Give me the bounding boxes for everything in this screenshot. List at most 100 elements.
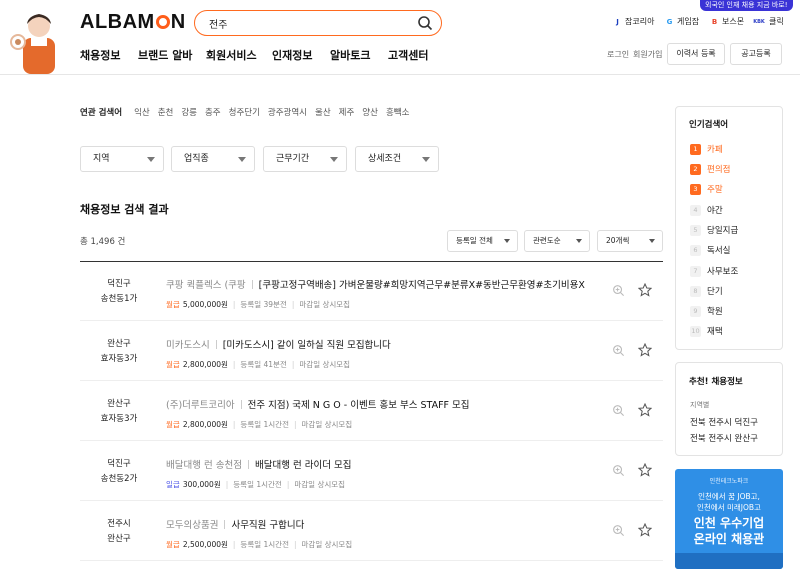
- jobkorea-icon: J: [616, 17, 619, 26]
- foreign-talent-promo[interactable]: 외국인 인재 채용 지금 바로!: [700, 0, 793, 11]
- related-keyword[interactable]: 양산: [362, 106, 378, 118]
- job-meta: 월급 5,000,000원 | 등록일 39분전 | 마감일 상시모집: [166, 300, 351, 309]
- popular-search-item[interactable]: 6 독서실: [690, 244, 730, 256]
- job-location: 덕진구 송천동1가: [100, 279, 138, 304]
- popular-search-item[interactable]: 9 학원: [690, 305, 723, 317]
- job-company[interactable]: 쿠팡 퀵플렉스 (쿠팡: [166, 280, 246, 291]
- popular-search-item[interactable]: 1 카페: [690, 143, 723, 155]
- related-keyword[interactable]: 익산: [134, 106, 150, 118]
- job-company[interactable]: 미카도스시: [166, 340, 210, 351]
- job-row[interactable]: 덕진구 송천동2가 배달대행 런 송천점 배달대행 런 라이더 모집 일급 300,0…: [80, 442, 663, 501]
- chevron-down-icon: [649, 239, 655, 243]
- popular-searches-title: 인기검색어: [689, 120, 729, 130]
- job-title[interactable]: 사무직원 구합니다: [231, 520, 304, 531]
- filter-region[interactable]: 지역: [80, 146, 164, 172]
- filter-detail-conditions[interactable]: 상세조건: [355, 146, 439, 172]
- related-keyword[interactable]: 춘천: [158, 106, 174, 118]
- popular-search-item[interactable]: 5 당일지급: [690, 224, 738, 236]
- job-location: 완산구 효자동3가: [100, 339, 138, 364]
- resume-register-button[interactable]: 이력서 등록: [667, 43, 725, 65]
- job-post-button[interactable]: 공고등록: [730, 43, 782, 65]
- popular-search-item[interactable]: 2 편의점: [690, 163, 730, 175]
- job-title[interactable]: 전주 지점) 국제 N G O - 이벤트 홍보 부스 STAFF 모집: [248, 400, 470, 411]
- job-row[interactable]: 완산구 효자동3가 (주)더루트코리아 전주 지점) 국제 N G O - 이벤트 …: [80, 382, 663, 441]
- filter-work-period[interactable]: 근무기간: [263, 146, 347, 172]
- popular-search-item[interactable]: 7 사무보조: [690, 265, 738, 277]
- star-icon[interactable]: [638, 343, 652, 357]
- zoom-icon[interactable]: [612, 344, 625, 357]
- family-site-gamejob[interactable]: G 게임잡: [665, 16, 699, 27]
- job-company[interactable]: 배달대행 런 송천점: [166, 460, 242, 471]
- job-meta: 월급 2,800,000원 | 등록일 41분전 | 마감일 상시모집: [166, 360, 351, 369]
- related-keyword[interactable]: 광주광역시: [268, 106, 307, 118]
- sort-relevance-select[interactable]: 관련도순: [524, 230, 590, 252]
- job-title[interactable]: 배달대행 런 라이더 모집: [255, 460, 351, 471]
- zoom-icon[interactable]: [612, 524, 625, 537]
- popular-search-item[interactable]: 10 재택: [690, 325, 723, 337]
- page-size-select[interactable]: 20개씩: [597, 230, 663, 252]
- related-keywords: 연관 검색어 익산 춘천 강릉 충주 청주단기 광주광역시 울산 제주 양산 흥…: [80, 106, 417, 118]
- family-site-bossmon[interactable]: B 보스몬: [710, 16, 744, 27]
- star-icon[interactable]: [638, 283, 652, 297]
- incheon-job-banner[interactable]: 인천테크노파크 인천에서 꿈 JOB고, 인천에서 미래JOB고 인천 우수기업 온…: [675, 469, 783, 569]
- related-keyword[interactable]: 울산: [315, 106, 331, 118]
- star-icon[interactable]: [638, 463, 652, 477]
- job-meta: 일급 300,000원 | 등록일 1시간전 | 마감일 상시모집: [166, 480, 346, 489]
- popular-search-item[interactable]: 8 단기: [690, 285, 723, 297]
- nav-recruit-info[interactable]: 채용정보: [80, 47, 120, 63]
- related-keyword[interactable]: 제주: [339, 106, 355, 118]
- family-site-jobkorea[interactable]: J 잡코리아: [613, 16, 654, 27]
- site-header: ALBAM N 전주 외국인 인재 채용 지금 바로! J 잡코리아 G 게임잡 …: [0, 0, 800, 75]
- chevron-down-icon: [147, 157, 155, 162]
- job-title[interactable]: [미카도스시] 같이 일하실 직원 모집합니다: [223, 340, 391, 351]
- zoom-icon[interactable]: [612, 284, 625, 297]
- job-title[interactable]: [쿠팡고정구역배송] 가벼운물량#희망지역근무#분류X#동반근무환영#초기비용X: [259, 280, 585, 291]
- chevron-down-icon: [238, 157, 246, 162]
- signup-link[interactable]: 회원가입: [633, 49, 662, 60]
- bossmon-icon: B: [711, 17, 718, 26]
- albamon-logo[interactable]: ALBAM N: [80, 11, 186, 34]
- related-keywords-label: 연관 검색어: [80, 108, 123, 118]
- zoom-icon[interactable]: [612, 404, 625, 417]
- recommend-title: 추천! 채용정보: [689, 377, 743, 387]
- filter-job-category[interactable]: 업직종: [171, 146, 255, 172]
- job-company[interactable]: (주)더루트코리아: [166, 400, 235, 411]
- related-keyword[interactable]: 충주: [205, 106, 221, 118]
- job-company[interactable]: 모두의상품권: [166, 520, 218, 531]
- search-input[interactable]: 전주: [209, 16, 227, 31]
- popular-search-item[interactable]: 4 야간: [690, 204, 723, 216]
- job-meta: 월급 2,800,000원 | 등록일 1시간전 | 마감일 상시모집: [166, 420, 353, 429]
- banner-decoration: [675, 553, 783, 569]
- popular-search-item[interactable]: 3 주말: [690, 183, 723, 195]
- results-title: 채용정보 검색 결과: [80, 203, 169, 216]
- chevron-down-icon: [422, 157, 430, 162]
- job-row[interactable]: 덕진구 송천동1가 쿠팡 퀵플렉스 (쿠팡 [쿠팡고정구역배송] 가벼운물량#희망지…: [80, 262, 663, 321]
- star-icon[interactable]: [638, 523, 652, 537]
- star-icon[interactable]: [638, 403, 652, 417]
- family-site-click[interactable]: KBK 클릭: [752, 16, 784, 27]
- related-keyword[interactable]: 흥빽소: [386, 106, 409, 118]
- gamejob-icon: G: [666, 17, 673, 26]
- nav-talent-info[interactable]: 인재정보: [272, 47, 312, 63]
- chevron-down-icon: [330, 157, 338, 162]
- job-location: 전주시 완산구: [107, 519, 131, 544]
- mascot-image: [10, 14, 55, 74]
- job-row[interactable]: 완산구 효자동3가 미카도스시 [미카도스시] 같이 일하실 직원 모집합니다 월급…: [80, 322, 663, 381]
- related-keyword[interactable]: 강릉: [181, 106, 197, 118]
- results-total: 총 1,496 건: [80, 237, 126, 247]
- sort-date-select[interactable]: 등록일 전체: [447, 230, 518, 252]
- recommend-item[interactable]: 전북 전주시 완산구: [690, 432, 758, 444]
- nav-brand-alba[interactable]: 브랜드 알바: [138, 47, 192, 63]
- recommend-box: 추천! 채용정보 지역별 전북 전주시 덕진구 전북 전주시 완산구: [675, 362, 783, 456]
- nav-member-service[interactable]: 회원서비스: [206, 47, 257, 63]
- login-link[interactable]: 로그인: [607, 49, 629, 60]
- recommend-item[interactable]: 전북 전주시 덕진구: [690, 416, 758, 428]
- search-icon[interactable]: [417, 15, 433, 31]
- related-keyword[interactable]: 청주단기: [229, 106, 260, 118]
- zoom-icon[interactable]: [612, 464, 625, 477]
- nav-customer-center[interactable]: 고객센터: [388, 47, 428, 63]
- nav-alba-talk[interactable]: 알바토크: [330, 47, 370, 63]
- click-icon: KBK: [753, 18, 765, 25]
- job-row[interactable]: 전주시 완산구 모두의상품권 사무직원 구합니다 월급 2,500,000원 | 등록일 …: [80, 502, 663, 561]
- search-box[interactable]: 전주: [194, 10, 442, 36]
